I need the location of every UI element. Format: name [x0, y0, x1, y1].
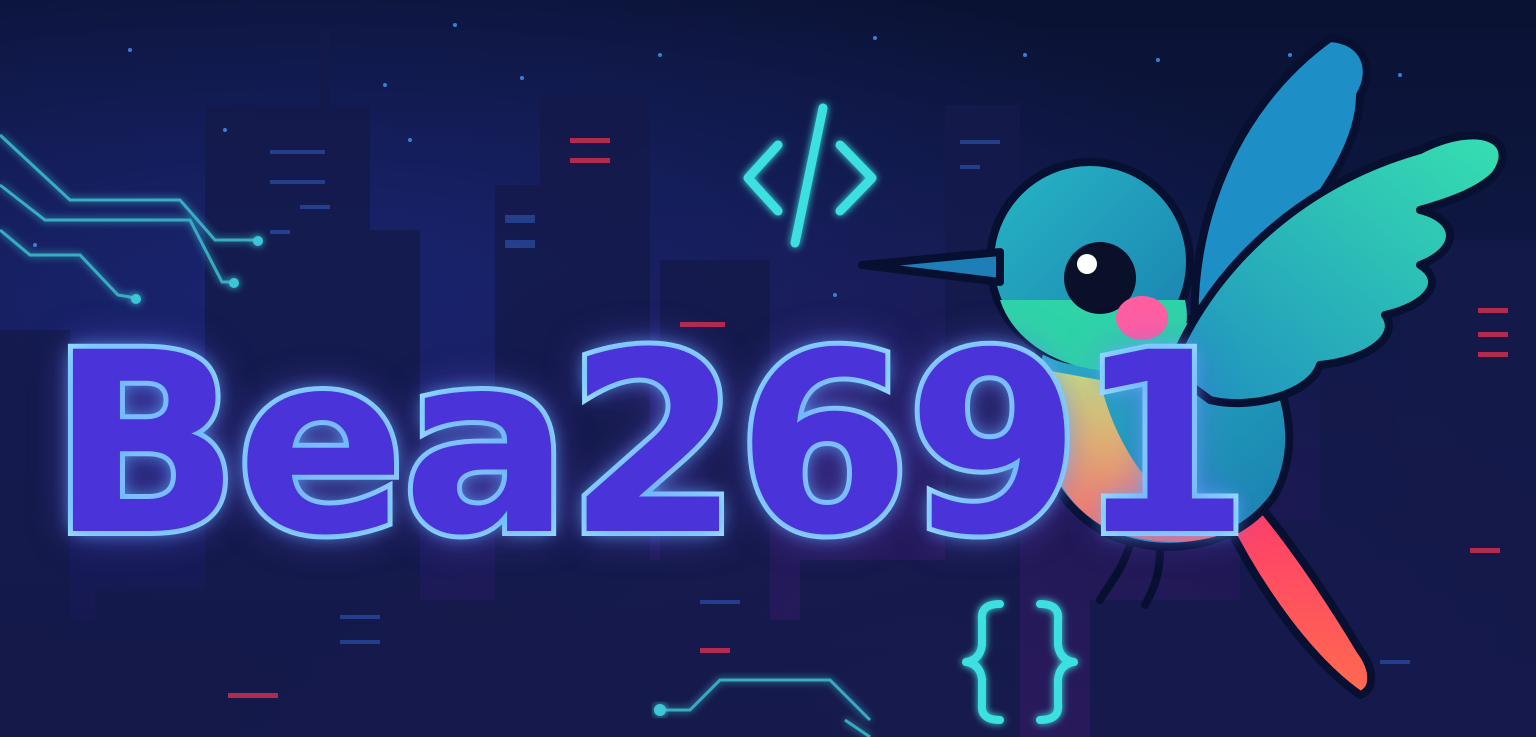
circuit-node-bottom — [654, 704, 666, 716]
code-tag-icon — [743, 103, 877, 248]
banner: Bea2691 — [0, 0, 1536, 737]
username-title: Bea2691 — [45, 299, 1256, 590]
